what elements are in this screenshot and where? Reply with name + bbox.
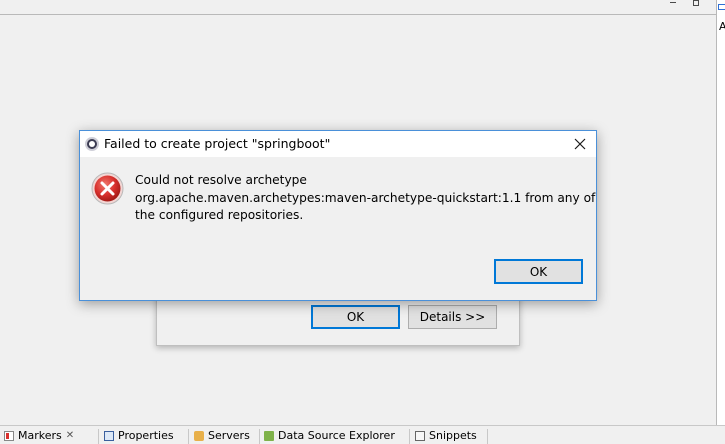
- tab-separator: [409, 429, 410, 444]
- tab-label: Markers: [18, 429, 62, 442]
- eclipse-app-icon: [85, 137, 99, 151]
- error-message: Could not resolve archetype org.apache.m…: [135, 172, 596, 225]
- tab-label: Snippets: [429, 429, 477, 442]
- properties-icon: [104, 430, 114, 441]
- error-dialog: Failed to create project "springboot" Co…: [79, 130, 597, 301]
- markers-icon: [4, 430, 14, 441]
- tab-separator: [98, 429, 99, 444]
- right-view-letter: A: [719, 20, 725, 33]
- tab-separator: [259, 429, 260, 444]
- snippets-icon: [415, 430, 425, 441]
- servers-icon: [194, 430, 204, 441]
- tab-label: Properties: [118, 429, 174, 442]
- background-ok-button[interactable]: OK: [311, 305, 400, 329]
- ok-button[interactable]: OK: [494, 259, 583, 284]
- maximize-icon[interactable]: [691, 0, 701, 8]
- close-button[interactable]: [564, 131, 596, 157]
- right-view-panel: A: [717, 0, 725, 425]
- tab-label: Servers: [208, 429, 250, 442]
- message-line: the configured repositories.: [135, 208, 304, 222]
- tab-data-source-explorer[interactable]: Data Source Explorer: [264, 427, 406, 444]
- bottom-view-tabbar: Markers ✕ Properties Servers Data Source…: [0, 425, 725, 444]
- tab-label: Data Source Explorer: [278, 429, 395, 442]
- dialog-titlebar[interactable]: Failed to create project "springboot": [80, 131, 596, 157]
- message-line: Could not resolve archetype: [135, 173, 307, 187]
- tab-separator: [487, 429, 488, 444]
- close-icon: [574, 138, 586, 150]
- tab-properties[interactable]: Properties: [104, 427, 184, 444]
- message-line: org.apache.maven.archetypes:maven-archet…: [135, 190, 596, 205]
- tab-snippets[interactable]: Snippets: [415, 427, 485, 444]
- error-icon: [91, 172, 124, 205]
- tab-close-icon[interactable]: ✕: [66, 430, 74, 441]
- tab-servers[interactable]: Servers: [194, 427, 256, 444]
- details-button[interactable]: Details >>: [408, 305, 497, 329]
- editor-top-border: [0, 14, 717, 15]
- tab-markers[interactable]: Markers ✕: [4, 427, 94, 444]
- tab-separator: [188, 429, 189, 444]
- background-dialog: OK Details >>: [156, 294, 520, 346]
- minimize-icon[interactable]: [668, 0, 678, 8]
- view-icon: [718, 4, 725, 10]
- dialog-title: Failed to create project "springboot": [104, 136, 331, 151]
- data-source-icon: [264, 430, 274, 441]
